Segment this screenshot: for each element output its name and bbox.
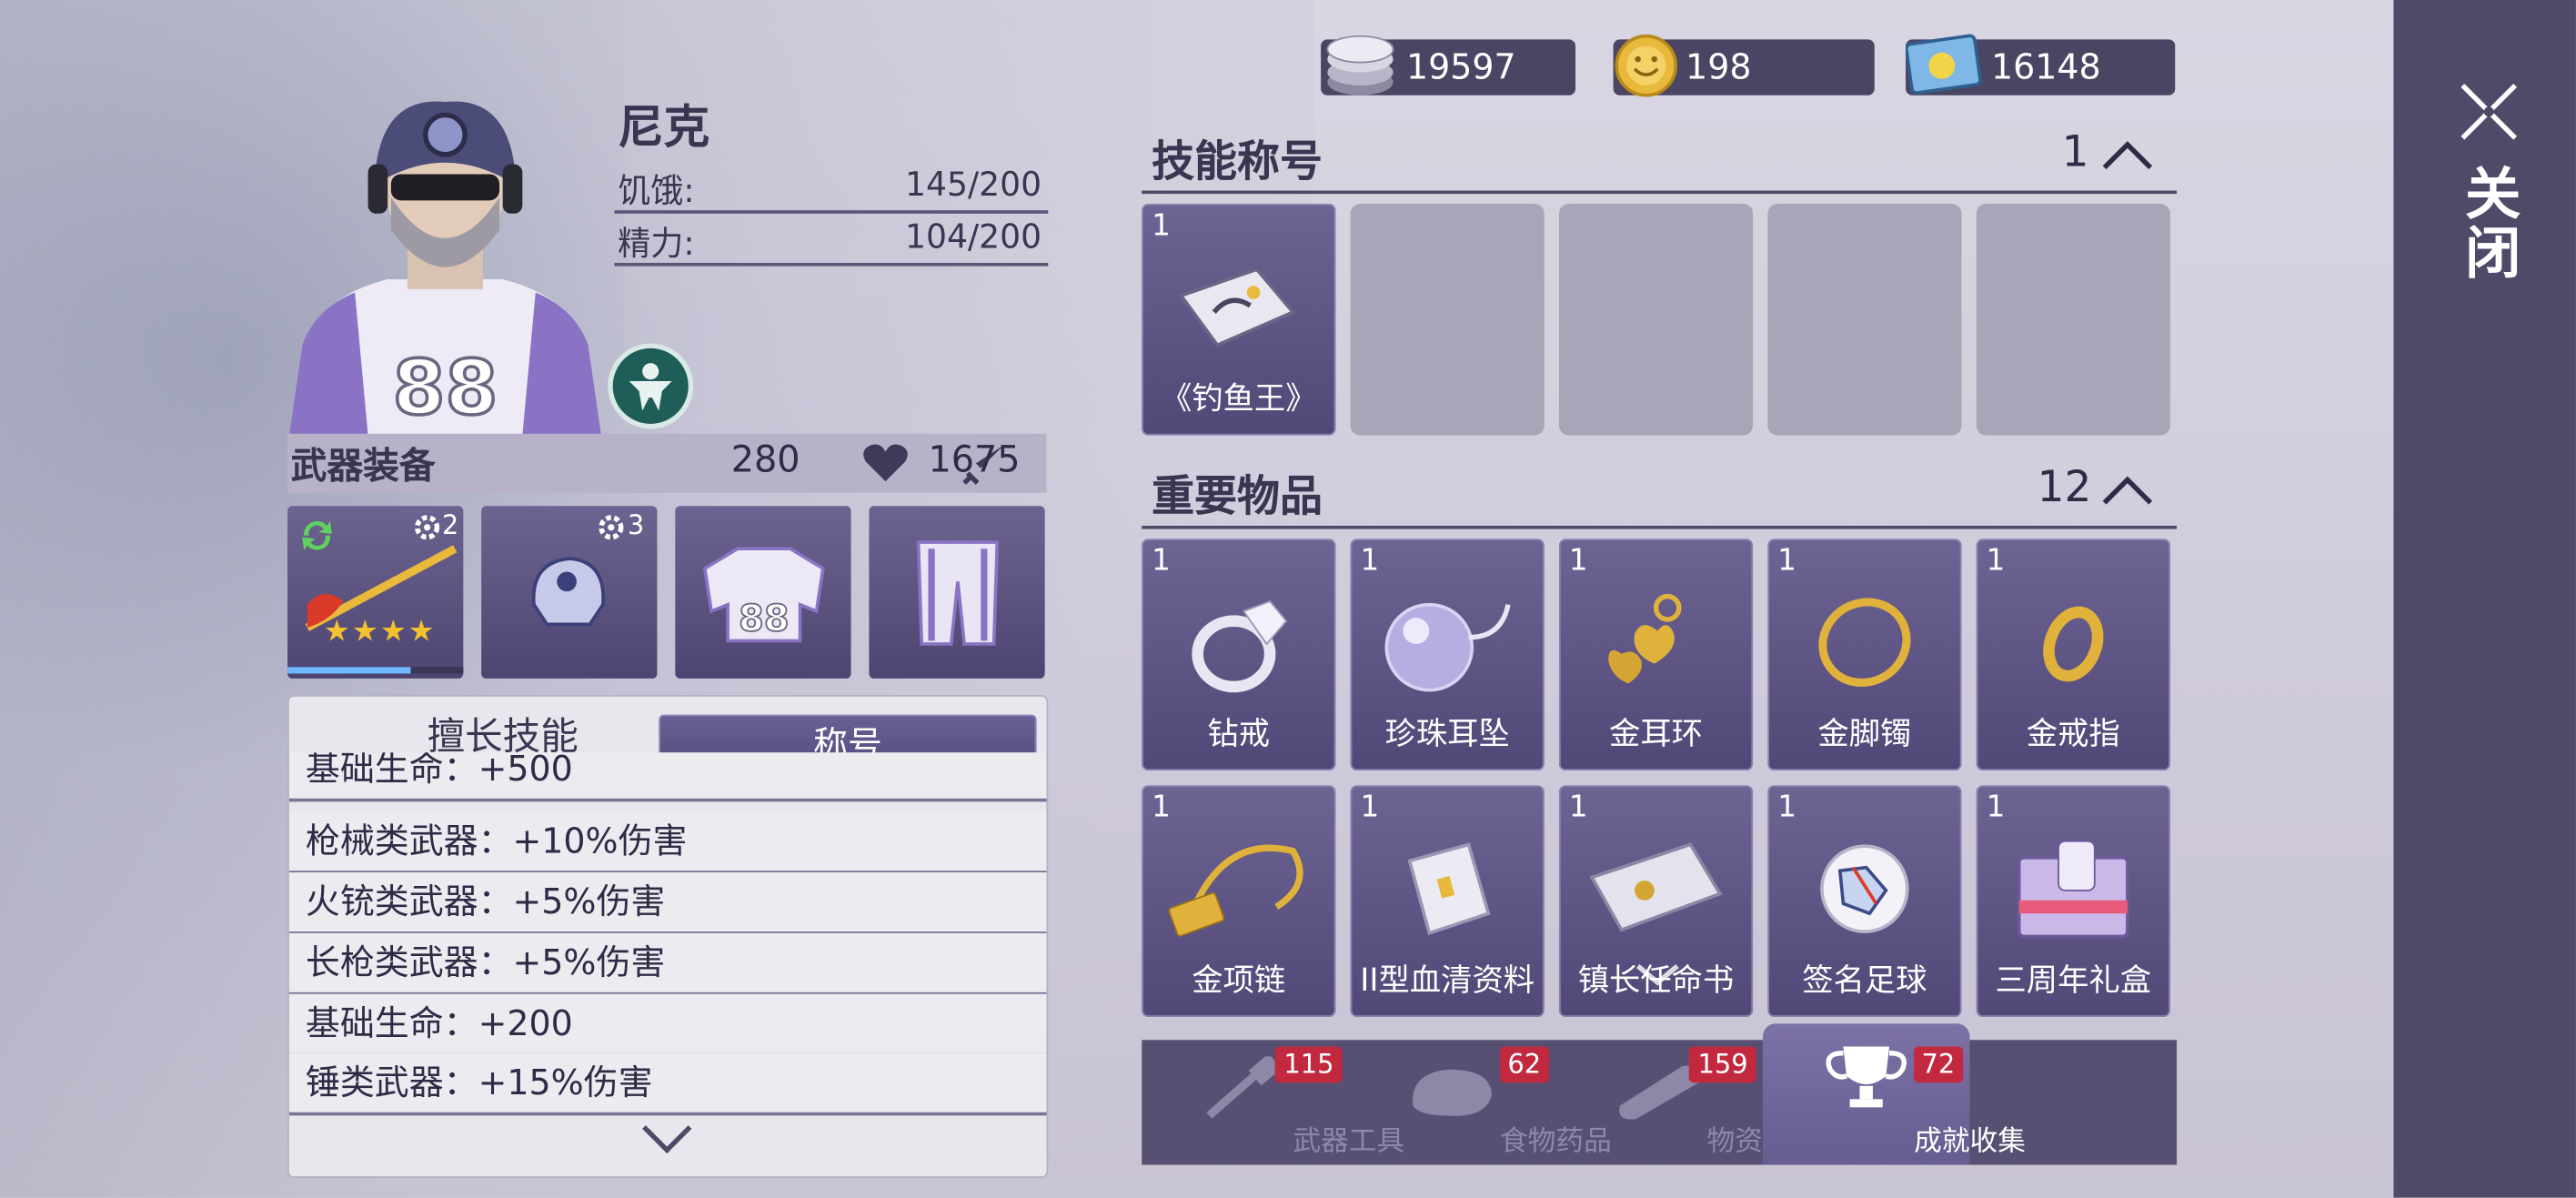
close-icon[interactable]	[2456, 79, 2521, 145]
goalkeeper-icon	[629, 363, 672, 411]
skills-panel: 擅长技能 称号 基础生命：+500 枪械类武器：+10%伤害 火铳类武器：+5%…	[287, 694, 1049, 1178]
currency-gold: 198	[1613, 34, 1875, 97]
slot-pants[interactable]	[869, 506, 1045, 679]
currency-silver: 19597	[1321, 35, 1576, 96]
class-badge[interactable]	[608, 343, 694, 429]
empty-slot	[1976, 203, 2170, 436]
tab-materials[interactable]: 159 物资材料	[1555, 1040, 1818, 1164]
serum-document-icon	[1407, 842, 1491, 936]
gold-ring-icon	[2043, 606, 2104, 682]
weapon-exp-bar	[287, 667, 464, 674]
slot-jersey[interactable]: 88	[675, 506, 851, 679]
hunger-value: 145/200	[904, 164, 1042, 204]
energy-value: 104/200	[904, 216, 1042, 257]
football-icon	[1820, 844, 1909, 933]
chevron-down-icon[interactable]	[638, 1121, 697, 1160]
jersey-number: 88	[393, 344, 498, 432]
count-badge: 115	[1275, 1046, 1343, 1083]
tab-achievements[interactable]: 72 成就收集	[1762, 1023, 2026, 1165]
helmet-icon	[531, 557, 605, 627]
skill-title-count: 1	[2061, 127, 2089, 178]
item-signed-football[interactable]: 1 签名足球	[1767, 785, 1962, 1017]
item-pearl-earring[interactable]: 1 珍珠耳坠	[1350, 539, 1545, 771]
weapon-equipment-bar: 武器装备 280 1675	[287, 433, 1047, 493]
count-badge: 62	[1499, 1046, 1550, 1083]
count-badge: 159	[1689, 1046, 1756, 1083]
item-appointment-letter[interactable]: 1 镇长任命书	[1558, 785, 1754, 1017]
empty-slot	[1350, 203, 1545, 436]
section-divider	[1142, 190, 2178, 195]
empty-slot	[1767, 203, 1962, 436]
skill-row: 锤类武器：+15%伤害	[288, 1052, 1047, 1116]
gold-anklet-icon	[1818, 598, 1911, 687]
trophy-icon	[1826, 1046, 1907, 1108]
item-anniversary-gift-box[interactable]: 1 三周年礼盒	[1976, 785, 2170, 1017]
health-value: 1675	[928, 440, 1021, 482]
weapon-equipment-title: 武器装备	[290, 447, 436, 488]
slot-helmet[interactable]: 3	[481, 506, 658, 679]
currency-ticket: 16148	[1906, 34, 2176, 96]
skill-row: 基础生命：+500	[288, 752, 1047, 802]
currency-ticket-value: 16148	[1990, 47, 2101, 87]
item-gold-earrings[interactable]: 1 金耳环	[1558, 539, 1754, 771]
pearl-earring-icon	[1384, 602, 1511, 692]
meat-icon	[1412, 1069, 1492, 1116]
skill-row: 基础生命：+200	[288, 993, 1047, 1057]
tab-weapons-tools[interactable]: 115 武器工具	[1142, 1040, 1404, 1164]
weapon-exp-fill	[287, 667, 411, 674]
section-divider	[1142, 525, 2178, 529]
character-portrait: 88	[288, 101, 602, 436]
gold-necklace-icon	[1168, 844, 1303, 937]
skill-row: 火铳类武器：+5%伤害	[288, 872, 1047, 935]
currency-gold-value: 198	[1685, 47, 1752, 87]
character-name: 尼克	[618, 100, 710, 155]
tab-food-medicine[interactable]: 62 食物药品	[1349, 1040, 1612, 1164]
diamond-ring-icon	[1192, 599, 1288, 693]
count-badge: 72	[1913, 1046, 1964, 1083]
gift-box-icon	[2017, 840, 2129, 939]
skill-row: 枪械类武器：+10%伤害	[288, 811, 1047, 874]
ticket-icon	[1906, 34, 1982, 95]
chevron-up-icon[interactable]	[2098, 467, 2157, 513]
pants-icon	[916, 540, 1000, 646]
chevron-up-icon[interactable]	[2098, 131, 2157, 177]
silver-coin-stack-icon	[1326, 35, 1394, 96]
important-items-heading: 重要物品	[1152, 473, 1323, 523]
weapon-stars: ★★★★	[323, 614, 437, 649]
item-gold-ring[interactable]: 1 金戒指	[1976, 539, 2170, 771]
energy-label: 精力:	[618, 223, 695, 263]
item-diamond-ring[interactable]: 1 钻戒	[1142, 539, 1336, 771]
fishing-book-icon	[1178, 267, 1296, 347]
gold-coin-icon	[1615, 34, 1678, 97]
skill-title-heading: 技能称号	[1152, 137, 1323, 187]
appointment-letter-icon	[1589, 842, 1723, 932]
helmet-level: 3	[627, 508, 645, 541]
empty-slot	[1558, 203, 1754, 436]
close-button[interactable]: 关闭	[2454, 165, 2520, 283]
currency-silver-value: 19597	[1406, 47, 1516, 87]
bottom-category-nav: 115 武器工具 62 食物药品 159 物资材料 72 成就收	[1142, 1023, 2178, 1165]
jersey-icon-number: 88	[739, 599, 789, 640]
gold-earrings-icon	[1608, 593, 1682, 684]
item-serum-document[interactable]: 1 II型血清资料	[1350, 785, 1545, 1017]
hunger-label: 饥饿:	[618, 170, 695, 211]
jersey-icon: 88	[702, 547, 825, 643]
skill-title-item[interactable]: 1 《钓鱼王》	[1142, 203, 1336, 436]
skill-row: 长枪类武器：+5%伤害	[288, 932, 1047, 996]
slot-weapon[interactable]: 2 ★★★★	[287, 506, 464, 679]
important-items-count: 12	[2037, 463, 2092, 513]
energy-row: 精力: 104/200	[614, 214, 1049, 267]
item-gold-anklet[interactable]: 1 金脚镯	[1767, 539, 1962, 771]
heart-icon	[863, 444, 908, 482]
attack-value: 280	[730, 440, 800, 482]
hunger-row: 饥饿: 145/200	[614, 161, 1049, 214]
item-gold-necklace[interactable]: 1 金项链	[1142, 785, 1336, 1017]
gear-icon	[599, 515, 624, 540]
